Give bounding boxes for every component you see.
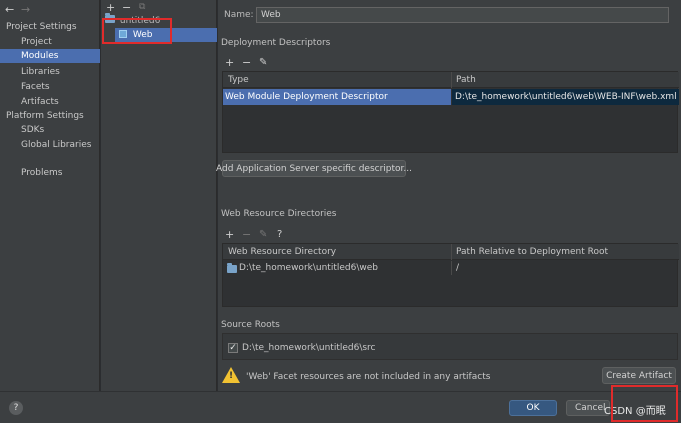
back-arrow-icon[interactable]: ← xyxy=(5,4,14,15)
dialog-footer: ? OK Cancel CSDN @而眠 xyxy=(0,385,681,423)
column-header-path[interactable]: Path xyxy=(456,75,476,85)
forward-arrow-icon[interactable]: → xyxy=(21,4,30,15)
column-divider xyxy=(451,244,452,260)
nav-item-libraries[interactable]: Libraries xyxy=(0,65,100,79)
help-icon[interactable]: ? xyxy=(277,229,282,240)
nav-item-sdks[interactable]: SDKs xyxy=(0,123,100,137)
source-root-path: D:\te_homework\untitled6\src xyxy=(242,343,376,353)
column-header-type[interactable]: Type xyxy=(228,75,249,85)
add-resource-icon[interactable]: + xyxy=(225,229,234,240)
module-tree-pane: + − ⧉ untitled6 Web xyxy=(101,0,217,391)
column-header-relative-path[interactable]: Path Relative to Deployment Root xyxy=(456,247,608,257)
column-divider xyxy=(451,72,452,88)
column-header-web-resource-directory[interactable]: Web Resource Directory xyxy=(228,247,336,257)
nav-item-modules[interactable]: Modules xyxy=(0,49,100,63)
create-artifact-button[interactable]: Create Artifact xyxy=(602,367,676,384)
column-divider xyxy=(451,261,452,275)
name-field[interactable]: Web xyxy=(256,7,669,23)
path-cell-text: D:\te_homework\untitled6\web\WEB-INF\web… xyxy=(455,92,677,102)
deployment-descriptors-title: Deployment Descriptors xyxy=(221,38,331,48)
remove-icon[interactable]: − xyxy=(122,2,131,13)
type-cell-text: Web Module Deployment Descriptor xyxy=(225,92,388,102)
resource-directory-cell[interactable]: D:\te_homework\untitled6\web xyxy=(239,263,378,273)
deployment-descriptors-table: Type Path Web Module Deployment Descript… xyxy=(222,71,679,153)
highlight-box xyxy=(611,385,678,422)
source-root-checkbox[interactable]: ✓ xyxy=(228,343,238,353)
relative-path-cell[interactable]: / xyxy=(456,263,459,273)
settings-nav-pane: ← → Project Settings Project Modules Lib… xyxy=(0,0,100,391)
copy-icon[interactable]: ⧉ xyxy=(139,2,145,13)
remove-descriptor-icon[interactable]: − xyxy=(242,57,251,68)
add-server-descriptor-button[interactable]: Add Application Server specific descript… xyxy=(216,160,412,177)
add-icon[interactable]: + xyxy=(106,2,115,13)
ok-button[interactable]: OK xyxy=(509,400,557,416)
source-roots-panel: ✓ D:\te_homework\untitled6\src xyxy=(222,333,678,360)
web-resource-table: Web Resource Directory Path Relative to … xyxy=(222,243,679,307)
edit-resource-icon[interactable]: ✎ xyxy=(259,229,267,240)
nav-item-artifacts[interactable]: Artifacts xyxy=(0,95,100,109)
table-row[interactable]: Web Module Deployment Descriptor D:\te_h… xyxy=(223,89,679,105)
nav-item-facets[interactable]: Facets xyxy=(0,80,100,94)
source-roots-title: Source Roots xyxy=(221,320,280,330)
help-icon[interactable]: ? xyxy=(9,401,23,415)
folder-icon xyxy=(227,263,237,273)
nav-item-problems[interactable]: Problems xyxy=(0,166,100,180)
remove-resource-icon[interactable]: − xyxy=(242,229,251,240)
nav-item-project[interactable]: Project xyxy=(0,35,100,49)
platform-settings-header: Platform Settings xyxy=(6,111,84,121)
type-cell[interactable]: Web Module Deployment Descriptor xyxy=(223,89,451,105)
highlight-box xyxy=(102,18,172,44)
nav-item-global-libraries[interactable]: Global Libraries xyxy=(0,138,100,152)
edit-descriptor-icon[interactable]: ✎ xyxy=(259,57,267,68)
table-row[interactable]: D:\te_homework\untitled6\web / xyxy=(223,261,679,275)
add-descriptor-icon[interactable]: + xyxy=(225,57,234,68)
table-header: Web Resource Directory Path Relative to … xyxy=(223,244,679,260)
web-resource-directories-title: Web Resource Directories xyxy=(221,209,337,219)
facet-settings-pane: Name: Web Deployment Descriptors + − ✎ T… xyxy=(216,0,681,391)
warning-text: 'Web' Facet resources are not included i… xyxy=(246,372,491,382)
project-settings-header: Project Settings xyxy=(6,22,77,32)
warning-mark: ! xyxy=(229,371,234,381)
path-cell[interactable]: D:\te_homework\untitled6\web\WEB-INF\web… xyxy=(452,89,679,105)
table-header: Type Path xyxy=(223,72,679,88)
name-label: Name: xyxy=(224,10,254,20)
